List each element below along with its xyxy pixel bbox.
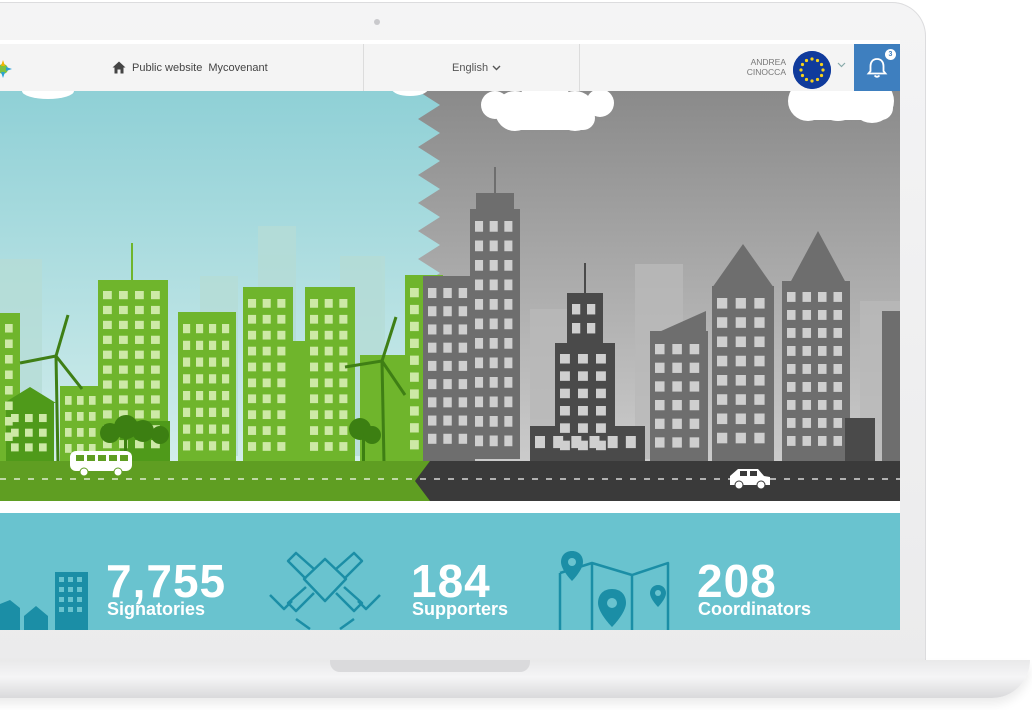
hero-green-vs-grey-city-illustration <box>0 91 900 501</box>
user-first-name: ANDREA <box>750 57 786 67</box>
language-selector[interactable]: English <box>452 62 501 74</box>
laptop-base-notch <box>330 660 530 672</box>
map-pin-icon <box>558 551 670 630</box>
header-divider <box>579 44 580 91</box>
avatar[interactable] <box>793 51 831 89</box>
coordinators-label: Coordinators <box>698 599 812 619</box>
coordinators-count: 208 <box>697 555 777 607</box>
chevron-down-icon <box>492 65 501 71</box>
camera-dot <box>374 19 380 25</box>
header-divider <box>363 44 364 91</box>
public-website-nav: Public website Mycovenant <box>112 61 268 74</box>
supporters-count: 184 <box>411 555 491 607</box>
covenant-logo-icon[interactable] <box>0 58 14 80</box>
stats-bar: 7,755 Signatories 184 Supporters 208 Coo… <box>0 513 900 630</box>
public-website-link[interactable]: Public website <box>132 62 202 74</box>
home-icon[interactable] <box>112 61 126 74</box>
supporters-label: Supporters <box>412 599 509 619</box>
city-icon <box>0 572 88 630</box>
language-label: English <box>452 62 489 74</box>
user-last-name: CINOCCA <box>746 67 786 77</box>
green-road <box>0 461 430 501</box>
notification-count-badge: 3 <box>885 49 896 60</box>
eu-flag-icon <box>793 51 831 89</box>
top-navigation-bar: Public website Mycovenant English ANDREA… <box>0 44 900 92</box>
signatories-label: Signatories <box>107 599 206 619</box>
user-menu-chevron-icon[interactable] <box>837 62 846 68</box>
screen: Public website Mycovenant English ANDREA… <box>0 40 900 630</box>
signatories-count: 7,755 <box>106 555 227 607</box>
user-name: ANDREA CINOCCA <box>740 57 786 77</box>
joined-hands-icon <box>269 551 381 630</box>
mycovenant-link[interactable]: Mycovenant <box>208 62 267 74</box>
